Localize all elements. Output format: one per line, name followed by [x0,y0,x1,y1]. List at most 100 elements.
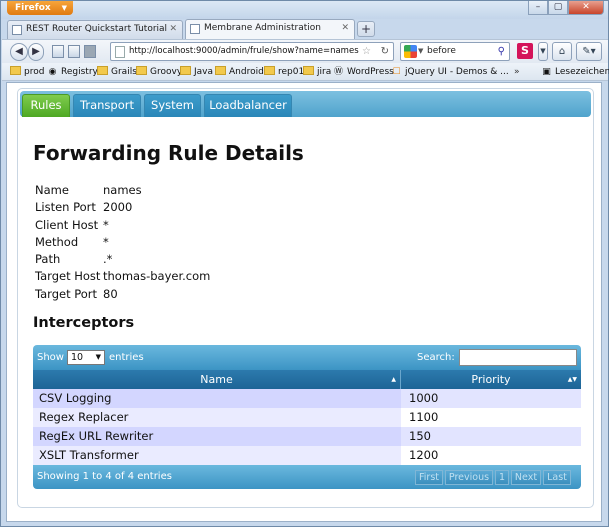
browser-tab-tutorial[interactable]: REST Router Quickstart Tutorial ✕ [7,20,183,39]
folder-icon [136,66,147,75]
table-search-input[interactable] [459,349,577,366]
chevron-down-icon: ▼ [95,353,101,361]
browser-tab-title: REST Router Quickstart Tutorial [26,24,168,34]
interceptor-priority: 1100 [409,410,439,424]
bookmark-rep01[interactable]: rep01 [264,63,304,81]
table-row[interactable]: Regex Replacer 1100 [33,408,581,427]
column-header-name[interactable]: Name ▲ [33,370,401,389]
detail-key: Method [35,234,79,249]
bookmarks-toolbar: prod ◉ Registry Grails Groovy Java Androi… [2,63,609,81]
folder-icon [264,66,275,75]
reading-list-label: Lesezeichen [555,67,609,77]
browser-tab-title: Membrane Administration [204,23,321,33]
new-tab-button[interactable]: + [357,21,375,37]
reading-list[interactable]: ▣ Lesezeichen [541,63,609,81]
pager-last-button[interactable]: Last [543,470,571,485]
tab-loadbalancer[interactable]: Loadbalancer [204,94,292,117]
chevron-down-icon[interactable]: ▼ [418,43,423,60]
firefox-menu-label: Firefox [15,3,51,13]
search-input[interactable]: before [427,43,456,60]
column-header-priority[interactable]: Priority ▲▼ [401,370,581,389]
tools-menu-button[interactable]: ✎▾ [576,42,602,61]
minimize-button[interactable]: – [528,1,548,15]
search-bar[interactable]: ▼ before ⚲ [400,42,510,61]
column-header-label: Name [200,373,233,386]
maximize-button[interactable]: ▢ [548,1,568,15]
folder-icon [303,66,314,75]
bookmark-registry[interactable]: ◉ Registry [47,63,98,81]
entries-label: entries [109,352,144,363]
page-viewport: Rules Transport System Loadbalancer Forw… [6,82,602,522]
table-row[interactable]: CSV Logging 1000 [33,389,581,408]
close-window-button[interactable]: ✕ [568,1,604,15]
bookmark-java[interactable]: Java [180,63,213,81]
title-bar: Firefox ▼ – ▢ ✕ [1,1,608,19]
tab-transport[interactable]: Transport [73,94,141,117]
navigation-toolbar: ◀ ▶ http://localhost:9000/admin/frule/sh… [2,39,608,63]
bookmark-label: WordPress [347,67,394,77]
forward-button[interactable]: ▶ [28,43,44,61]
firefox-menu-button[interactable]: Firefox ▼ [7,1,73,15]
interceptors-table: Show 10 ▼ entries Search: Name ▲ Priorit… [33,345,581,489]
main-nav: Rules Transport System Loadbalancer [20,91,591,117]
close-tab-icon[interactable]: ✕ [169,21,177,38]
reading-list-icon: ▣ [542,67,551,77]
pager-first-button[interactable]: First [415,470,443,485]
detail-key: Client Host [35,217,99,232]
pager-previous-button[interactable]: Previous [445,470,493,485]
home-button[interactable]: ⌂ [552,42,572,61]
bookmarks-overflow-button[interactable]: » [514,63,520,81]
table-body: CSV Logging 1000 Regex Replacer 1100 Reg… [33,389,581,465]
bookmark-prod[interactable]: prod [10,63,44,81]
bookmark-star-icon[interactable]: ☆ [362,43,371,60]
back-button[interactable]: ◀ [10,43,28,61]
page-favicon-icon [12,25,22,35]
page-length-select[interactable]: 10 ▼ [67,350,105,365]
addon-s-icon[interactable]: S [517,43,533,59]
bookmark-android[interactable]: Android [215,63,264,81]
folder-icon [10,66,21,75]
detail-value: 2000 [103,200,133,215]
detail-key: Target Host [35,269,101,284]
search-icon[interactable]: ⚲ [498,43,505,60]
detail-key: Name [35,183,69,197]
pager-next-button[interactable]: Next [511,470,541,485]
pager-page-1-button[interactable]: 1 [495,470,509,485]
bookmark-jira[interactable]: jira [303,63,331,81]
interceptor-name: CSV Logging [39,391,112,405]
detail-value: 80 [103,286,118,301]
url-text[interactable]: http://localhost:9000/admin/frule/show?n… [129,43,359,60]
sidebar-toggle-icon[interactable] [52,45,64,58]
tab-rules[interactable]: Rules [22,94,70,117]
bookmark-label: Groovy [150,67,183,77]
interceptor-name: XSLT Transformer [39,448,139,462]
bookmark-grails[interactable]: Grails [97,63,137,81]
table-toolbar: Show 10 ▼ entries Search: [33,345,581,370]
bookmark-jquery[interactable]: ☐ jQuery UI - Demos & ... [391,63,508,81]
registry-icon: ◉ [48,67,57,77]
interceptor-priority: 1000 [409,391,439,405]
tab-strip: REST Router Quickstart Tutorial ✕ Membra… [5,19,605,39]
table-row[interactable]: RegEx URL Rewriter 150 [33,427,581,446]
google-icon[interactable] [404,45,417,58]
folder-icon [180,66,191,75]
detail-key: Path [35,252,61,267]
tab-system[interactable]: System [144,94,201,117]
wordpress-icon: Ⓦ [333,67,343,77]
bookmark-label: Grails [111,67,137,77]
bookmark-label: Android [229,67,264,77]
url-bar[interactable]: http://localhost:9000/admin/frule/show?n… [110,42,394,61]
table-row[interactable]: XSLT Transformer 1200 [33,446,581,465]
page-favicon-icon [190,24,200,34]
bookmark-groovy[interactable]: Groovy [136,63,182,81]
bookmark-label: rep01 [278,67,305,77]
bookmark-wordpress[interactable]: Ⓦ WordPress [333,63,394,81]
screen-icon[interactable] [68,45,80,58]
lock-icon[interactable] [84,45,96,58]
browser-tab-admin[interactable]: Membrane Administration ✕ [185,19,355,39]
addon-dropdown-icon[interactable]: ▼ [538,42,548,61]
interceptor-priority: 150 [409,429,431,443]
reload-icon[interactable]: ↻ [381,43,389,60]
close-tab-icon[interactable]: ✕ [341,20,349,37]
detail-value: * [103,234,109,249]
